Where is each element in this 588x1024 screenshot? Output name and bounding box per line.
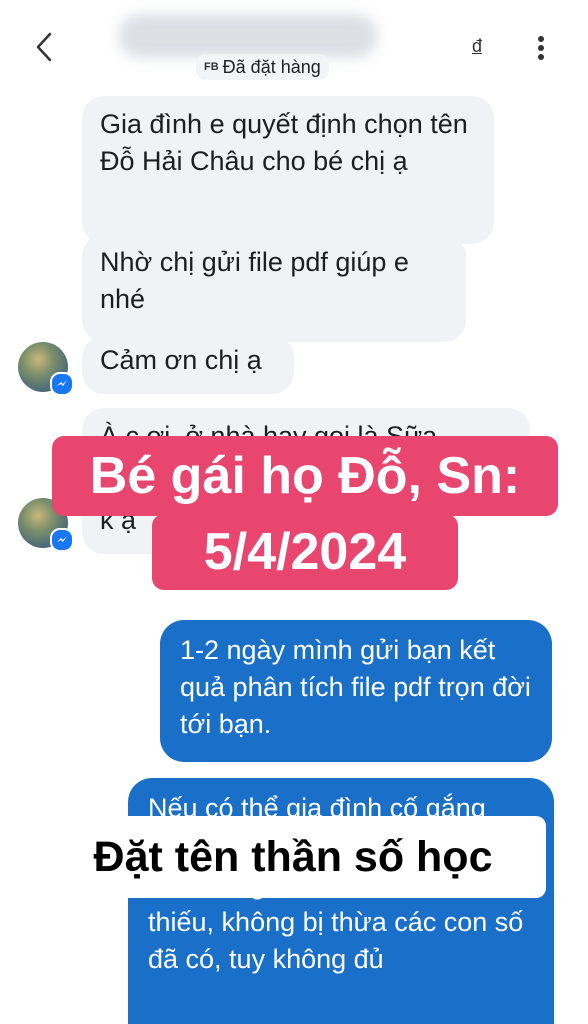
contact-name-blurred[interactable] <box>118 14 378 58</box>
overlay-title-line1: Bé gái họ Đỗ, Sn: <box>52 436 558 516</box>
overlay-title-line2: 5/4/2024 <box>152 514 458 590</box>
incoming-message[interactable]: Gia đình e quyết định chọn tên Đỗ Hải Ch… <box>82 96 494 244</box>
chat-header: FB Đã đặt hàng đ <box>0 0 588 90</box>
status-prefix: FB <box>204 61 219 73</box>
overlay-caption: Đặt tên thần số học <box>40 816 546 898</box>
currency-icon[interactable]: đ <box>472 36 482 57</box>
status-text: Đã đặt hàng <box>222 56 321 77</box>
messenger-badge-icon <box>50 372 74 396</box>
messenger-badge-icon <box>50 528 74 552</box>
more-options-icon[interactable] <box>538 36 546 64</box>
outgoing-message[interactable]: Nếu có thể gia đình cố gắng Sửa cũng bù … <box>128 778 554 1024</box>
order-status-badge: FB Đã đặt hàng <box>196 54 329 80</box>
incoming-message[interactable]: Nhờ chị gửi file pdf giúp e nhé <box>82 234 466 342</box>
incoming-message[interactable]: Cảm ơn chị ạ <box>82 336 294 394</box>
back-arrow-icon[interactable] <box>30 30 58 64</box>
outgoing-message[interactable]: 1-2 ngày mình gửi bạn kết quả phân tích … <box>160 620 552 762</box>
